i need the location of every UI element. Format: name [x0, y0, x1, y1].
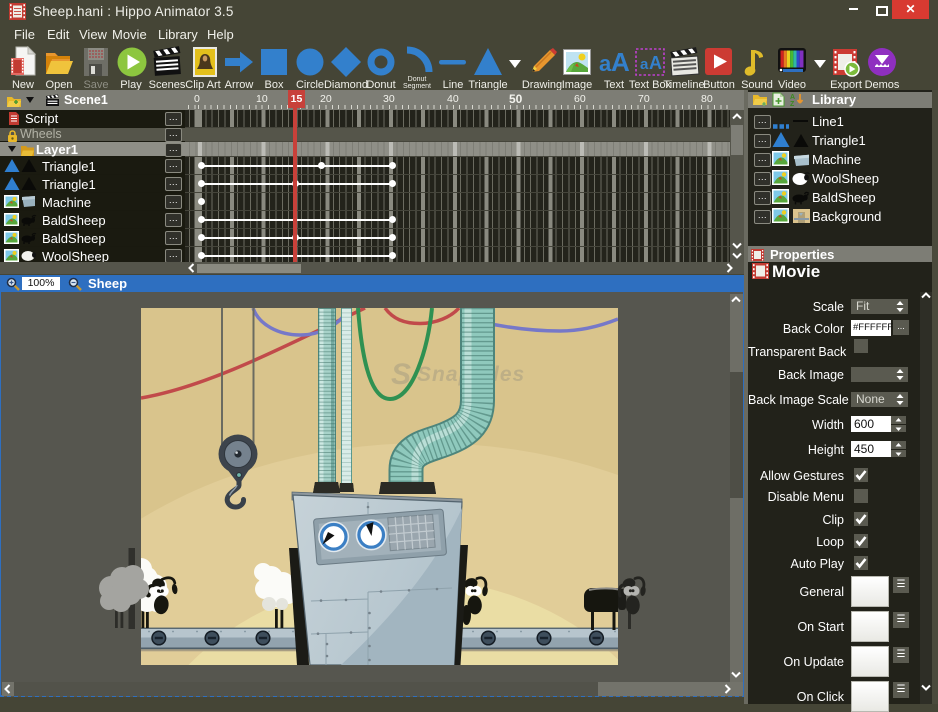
svg-text:A: A [649, 53, 662, 73]
svg-text:A: A [790, 94, 795, 101]
svg-text:Z: Z [790, 101, 795, 107]
svg-text:S: S [391, 358, 411, 391]
svg-text:A: A [611, 47, 630, 77]
svg-text:a: a [640, 56, 649, 73]
